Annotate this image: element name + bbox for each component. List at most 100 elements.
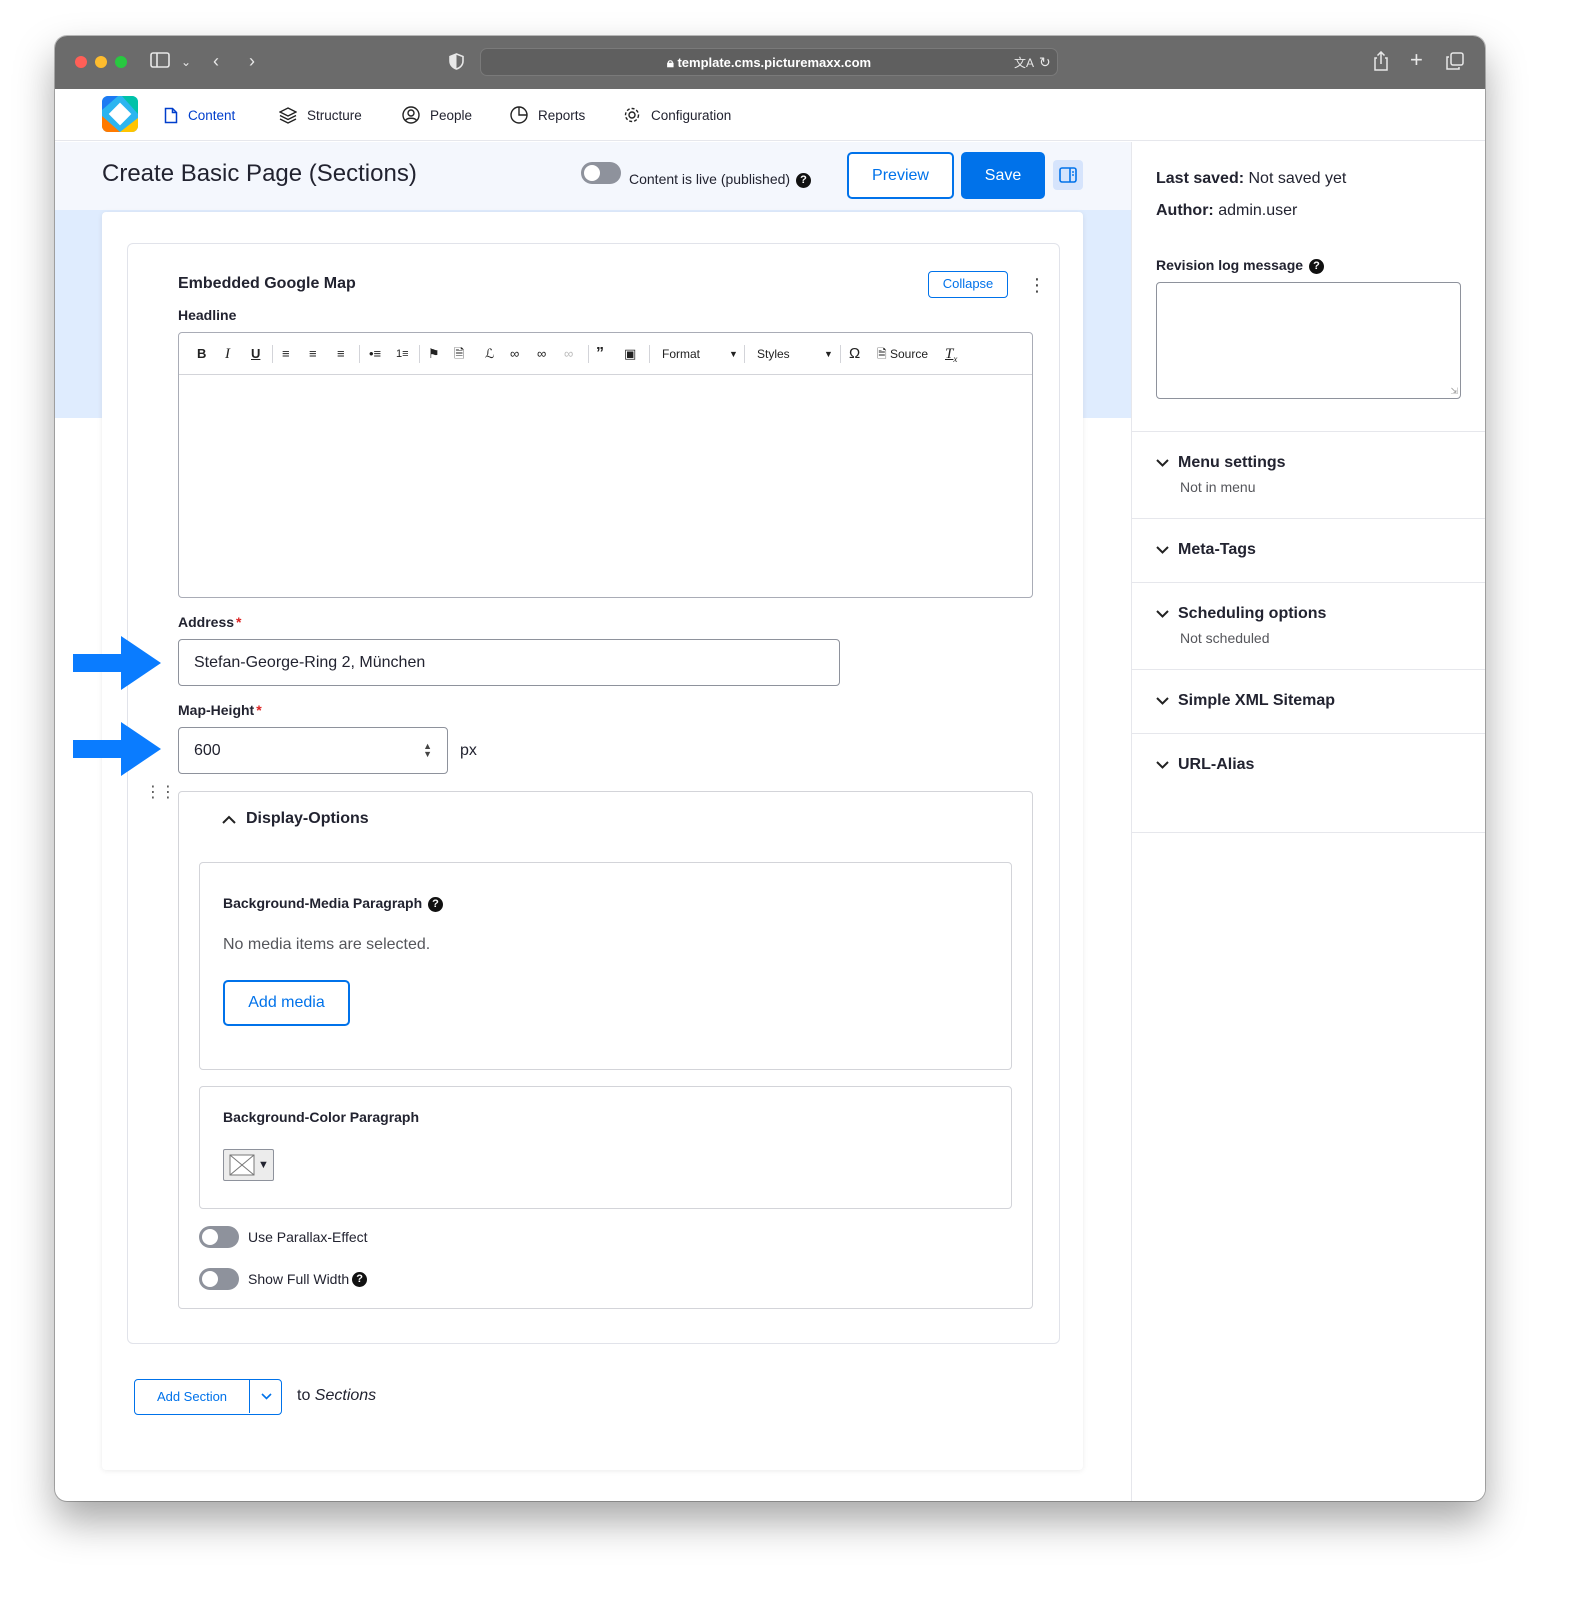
drag-handle-icon[interactable]: ⋮⋮ bbox=[145, 785, 176, 801]
link-alt-icon[interactable]: ∞ bbox=[537, 345, 546, 363]
background-media-label: Background-Media Paragraph ? bbox=[223, 895, 444, 912]
paperclip-icon[interactable]: ℒ bbox=[485, 345, 494, 363]
full-width-switch[interactable]: Show Full Width ? bbox=[199, 1267, 368, 1291]
accordion-meta-tags[interactable]: Meta-Tags bbox=[1132, 518, 1485, 582]
add-section-button[interactable]: Add Section bbox=[135, 1380, 250, 1413]
nav-reports[interactable]: Reports bbox=[510, 105, 585, 125]
remove-format-icon[interactable]: Tx bbox=[945, 345, 957, 368]
chevron-down-icon bbox=[260, 1393, 272, 1400]
browser-toolbar: ⌄ ‹ › 🔒︎ template.cms.picturemaxx.com 文A… bbox=[55, 36, 1485, 89]
tab-overview-icon[interactable] bbox=[1446, 52, 1464, 74]
revision-log-label: Revision log message ? bbox=[1156, 257, 1324, 274]
document-icon bbox=[164, 107, 178, 123]
author: Author: admin.user bbox=[1156, 202, 1298, 219]
nav-structure[interactable]: Structure bbox=[279, 105, 362, 125]
forward-icon[interactable]: › bbox=[249, 51, 255, 71]
add-media-button[interactable]: Add media bbox=[223, 980, 350, 1026]
add-section-target: to Sections bbox=[297, 1387, 377, 1404]
chevron-down-icon[interactable]: ⌄ bbox=[181, 52, 191, 72]
more-actions-icon[interactable]: ⋮ bbox=[1028, 275, 1046, 295]
link-icon[interactable]: ∞ bbox=[510, 345, 519, 363]
source-icon: 🗎︎ bbox=[877, 347, 887, 361]
translate-icon[interactable]: 文A bbox=[1014, 53, 1034, 73]
bulleted-list-icon[interactable]: •≡ bbox=[369, 345, 381, 363]
parallax-toggle[interactable] bbox=[199, 1226, 239, 1248]
toggle-sidebar-button[interactable] bbox=[1053, 160, 1083, 190]
help-icon[interactable]: ? bbox=[795, 173, 811, 188]
accordion-menu-settings[interactable]: Menu settings Not in menu bbox=[1132, 431, 1485, 518]
accordion-scheduling-options[interactable]: Scheduling options Not scheduled bbox=[1132, 582, 1485, 669]
format-dropdown[interactable]: Format bbox=[662, 345, 700, 363]
layers-icon bbox=[279, 106, 297, 124]
shield-icon[interactable] bbox=[449, 53, 464, 74]
chevron-down-icon bbox=[1156, 610, 1169, 618]
map-height-input[interactable]: 600 ▲ ▼ bbox=[178, 727, 448, 774]
help-icon[interactable]: ? bbox=[1308, 259, 1324, 274]
help-icon[interactable]: ? bbox=[428, 897, 444, 912]
admin-toolbar: Content Structure People Reports Configu… bbox=[55, 89, 1485, 141]
headline-editor[interactable]: B I U ≡ ≡ ≡ •≡ 1≡ ⚑ 🗎︎ ℒ ∞ ∞ ∞ ” ▣ Forma… bbox=[178, 332, 1033, 598]
minimize-window-button[interactable] bbox=[95, 56, 107, 68]
nav-configuration[interactable]: Configuration bbox=[623, 105, 731, 125]
chevron-down-icon bbox=[1156, 546, 1169, 554]
anchor-flag-icon[interactable]: ⚑ bbox=[428, 345, 440, 363]
editor-toolbar: B I U ≡ ≡ ≡ •≡ 1≡ ⚑ 🗎︎ ℒ ∞ ∞ ∞ ” ▣ Forma… bbox=[179, 333, 1032, 375]
new-tab-icon[interactable]: + bbox=[1410, 49, 1423, 71]
last-saved: Last saved: Not saved yet bbox=[1156, 170, 1347, 187]
collapse-button[interactable]: Collapse bbox=[928, 271, 1008, 298]
close-window-button[interactable] bbox=[75, 56, 87, 68]
pie-chart-icon bbox=[510, 106, 528, 124]
numbered-list-icon[interactable]: 1≡ bbox=[396, 345, 409, 363]
sidebar-panel-icon bbox=[1059, 167, 1077, 183]
align-left-icon[interactable]: ≡ bbox=[282, 345, 290, 363]
annotation-arrow-icon bbox=[73, 636, 161, 690]
parallax-switch[interactable]: Use Parallax-Effect bbox=[199, 1225, 368, 1249]
url-text: 🔒︎ template.cms.picturemaxx.com bbox=[666, 55, 872, 70]
underline-icon[interactable]: U bbox=[251, 345, 260, 363]
nav-content[interactable]: Content bbox=[164, 105, 235, 125]
image-icon[interactable]: ▣ bbox=[624, 345, 636, 363]
unlink-icon[interactable]: ∞ bbox=[564, 345, 573, 363]
published-toggle[interactable] bbox=[581, 162, 621, 184]
back-icon[interactable]: ‹ bbox=[213, 51, 219, 71]
number-stepper-icon[interactable]: ▲ ▼ bbox=[423, 742, 432, 759]
share-icon[interactable] bbox=[1373, 50, 1389, 75]
required-marker: * bbox=[256, 702, 262, 718]
styles-dropdown[interactable]: Styles bbox=[757, 345, 790, 363]
file-icon[interactable]: 🗎︎ bbox=[454, 345, 464, 363]
address-bar[interactable]: 🔒︎ template.cms.picturemaxx.com 文A ↻ bbox=[480, 48, 1058, 76]
save-button[interactable]: Save bbox=[961, 152, 1045, 199]
paragraph-title: Embedded Google Map bbox=[178, 275, 356, 292]
add-section-dropdown[interactable] bbox=[251, 1380, 281, 1413]
color-picker[interactable]: ▼ bbox=[223, 1149, 274, 1181]
accordion-xml-sitemap[interactable]: Simple XML Sitemap bbox=[1132, 669, 1485, 733]
zoom-window-button[interactable] bbox=[115, 56, 127, 68]
caret-down-icon: ▼ bbox=[729, 349, 738, 359]
address-label: Address * bbox=[178, 614, 242, 630]
picturemaxx-logo[interactable] bbox=[102, 96, 138, 132]
revision-log-textarea[interactable]: ⇲ bbox=[1156, 282, 1461, 399]
align-center-icon[interactable]: ≡ bbox=[309, 345, 317, 363]
resize-handle-icon[interactable]: ⇲ bbox=[1450, 386, 1458, 397]
meta-sidebar: Last saved: Not saved yet Author: admin.… bbox=[1131, 142, 1485, 1501]
full-width-toggle[interactable] bbox=[199, 1268, 239, 1290]
caret-down-icon: ▼ bbox=[824, 349, 833, 359]
background-media-box bbox=[199, 862, 1012, 1070]
blockquote-icon[interactable]: ” bbox=[596, 345, 604, 363]
display-options-toggle[interactable]: Display-Options bbox=[222, 810, 369, 828]
help-icon[interactable]: ? bbox=[352, 1271, 368, 1287]
preview-button[interactable]: Preview bbox=[847, 152, 954, 199]
align-right-icon[interactable]: ≡ bbox=[337, 345, 345, 363]
bold-icon[interactable]: B bbox=[197, 345, 206, 363]
no-media-text: No media items are selected. bbox=[223, 936, 431, 953]
add-section-split-button[interactable]: Add Section bbox=[134, 1379, 282, 1415]
italic-icon[interactable]: I bbox=[225, 345, 230, 363]
source-button[interactable]: 🗎︎ Source bbox=[877, 345, 928, 363]
sidebar-toggle-icon[interactable] bbox=[150, 52, 170, 72]
reload-icon[interactable]: ↻ bbox=[1039, 52, 1051, 72]
special-char-icon[interactable]: Ω bbox=[849, 345, 860, 363]
nav-people[interactable]: People bbox=[402, 105, 472, 125]
chevron-down-icon bbox=[1156, 761, 1169, 769]
address-input[interactable]: Stefan-George-Ring 2, München bbox=[178, 639, 840, 686]
accordion-url-alias[interactable]: URL-Alias bbox=[1132, 733, 1485, 833]
